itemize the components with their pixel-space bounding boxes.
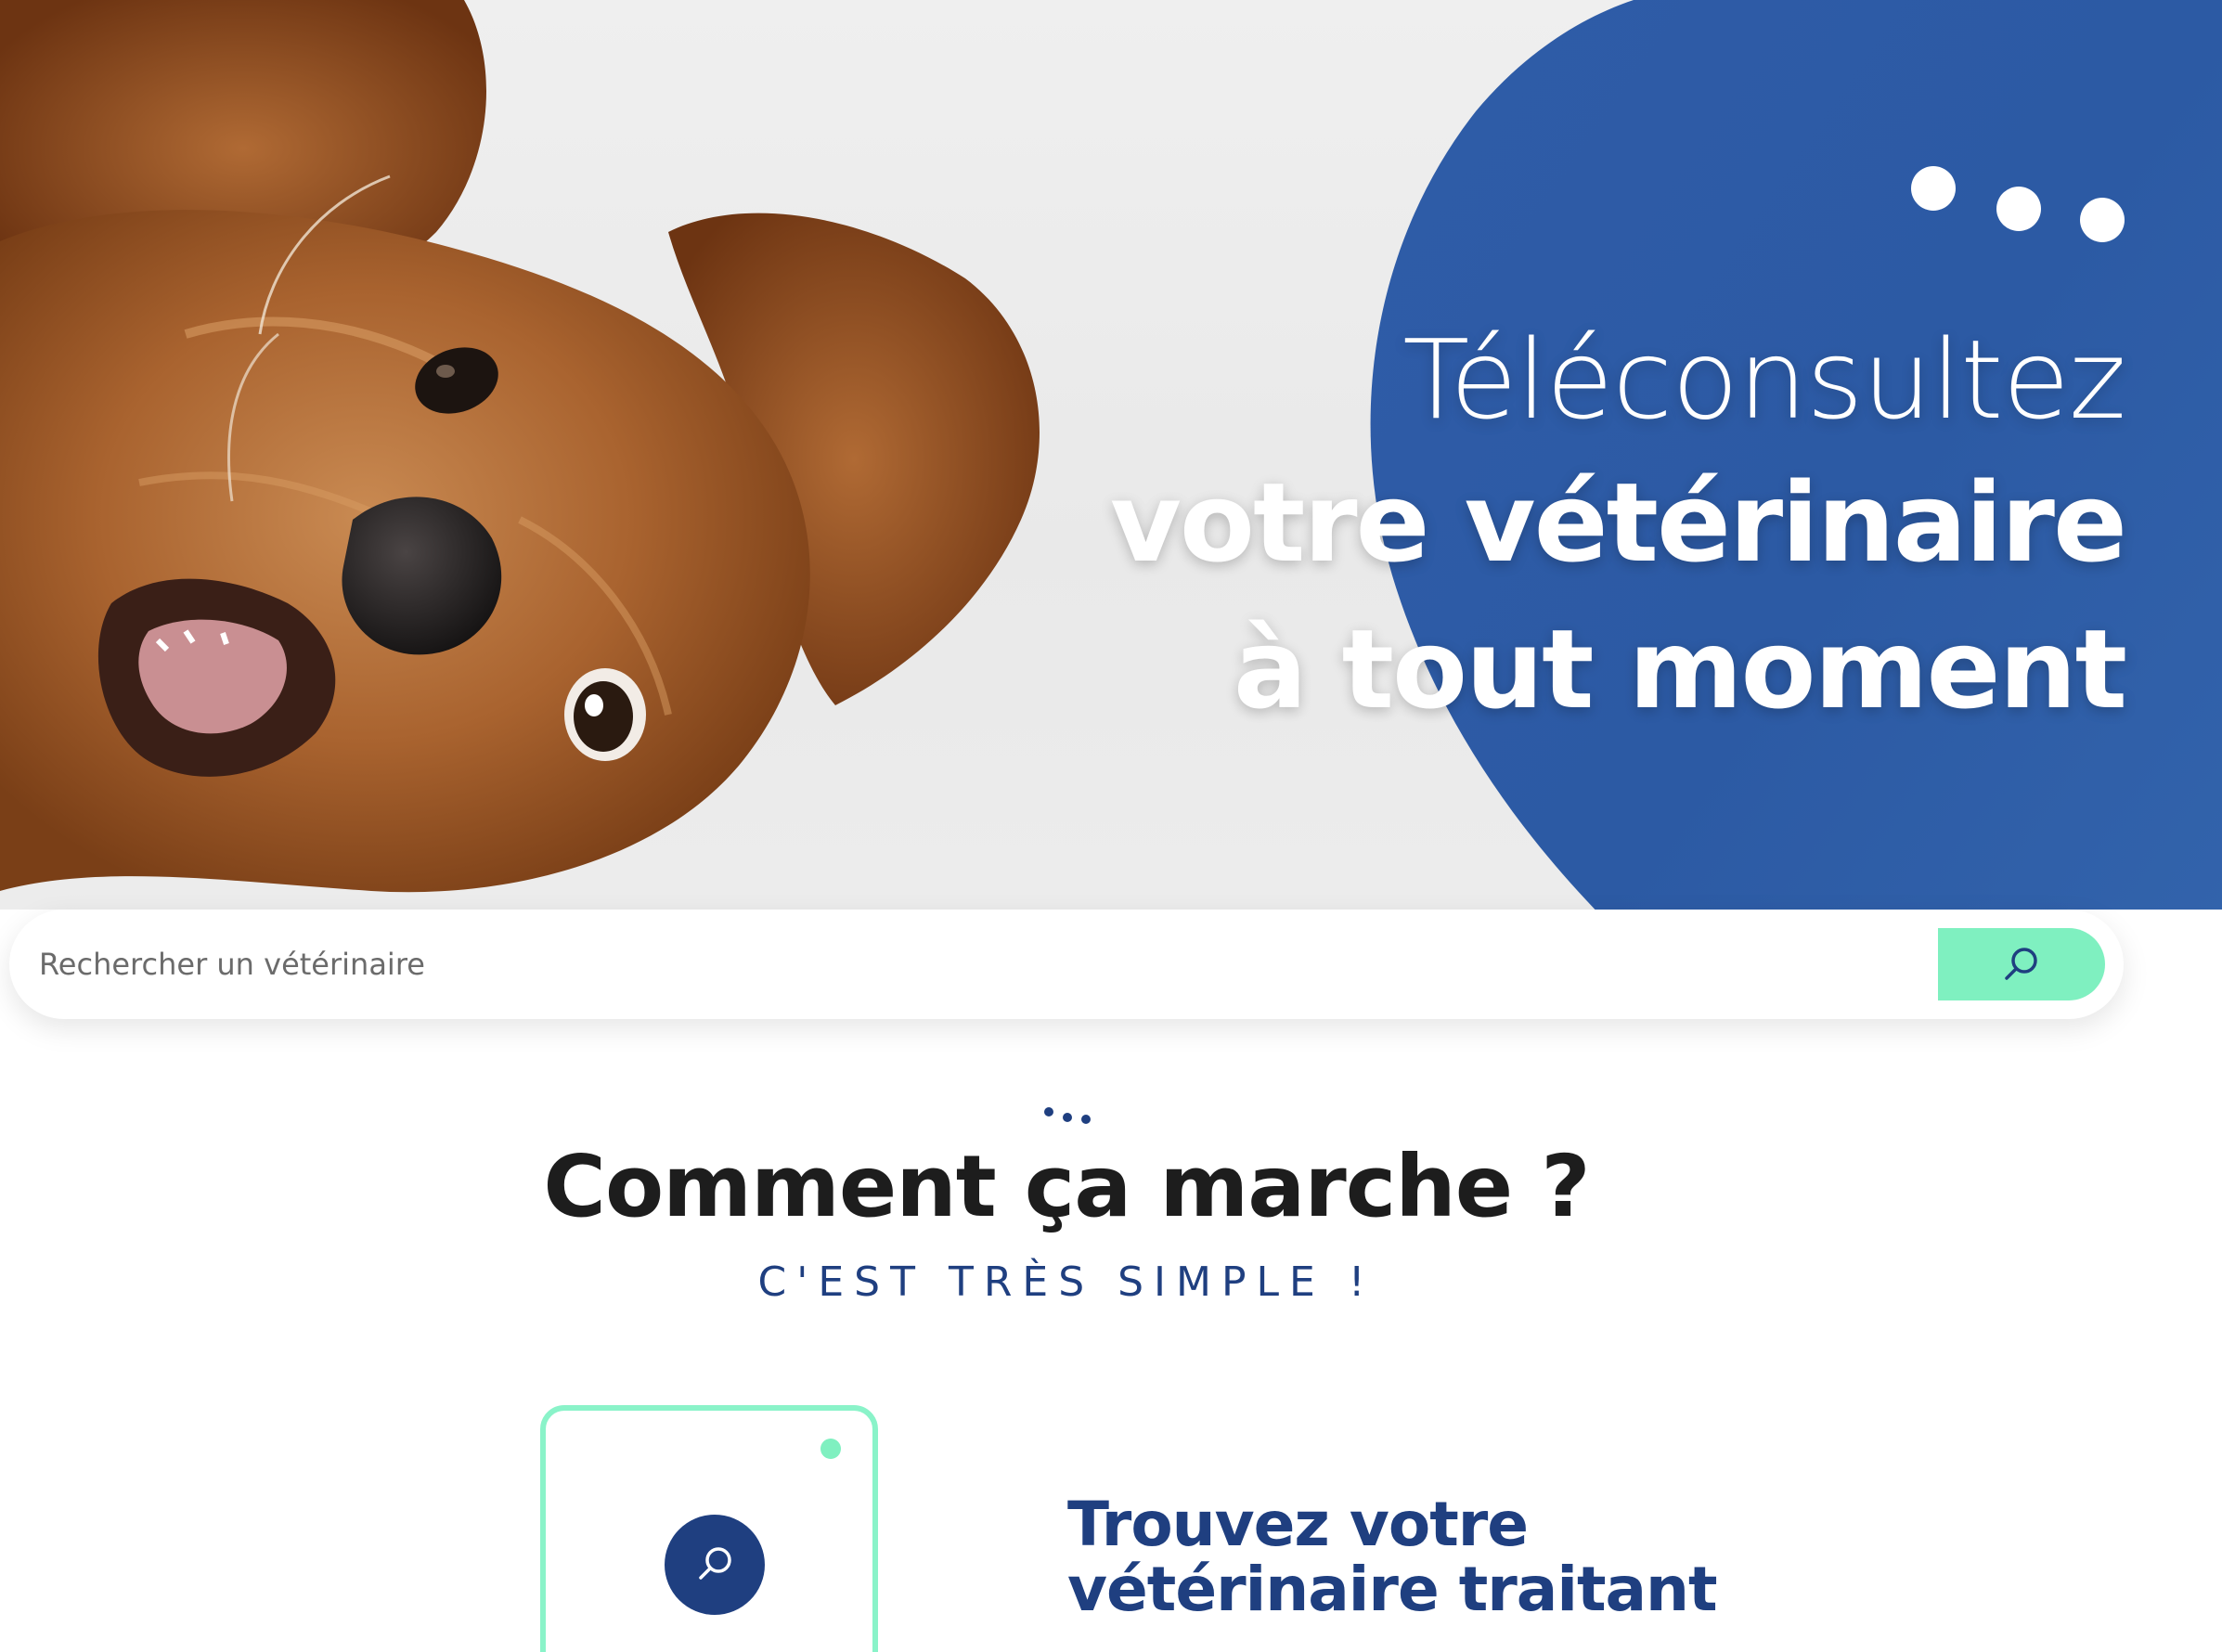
search-input[interactable] — [9, 909, 2124, 1020]
section-title: Comment ça marche ? — [543, 1137, 1590, 1236]
step-title-line-1: Trouvez votre — [1067, 1489, 1529, 1560]
page: Téléconsultez votre vétérinaire à tout m… — [0, 0, 2222, 1652]
step-title-line-2: vétérinaire traitant — [1067, 1554, 1718, 1625]
hero-title-line-1: Téléconsultez — [1402, 316, 2126, 444]
search-icon — [699, 1547, 731, 1580]
step-card — [540, 1405, 878, 1652]
hero-section: Téléconsultez votre vétérinaire à tout m… — [0, 0, 2222, 910]
hero-title: Téléconsultez votre vétérinaire à tout m… — [826, 316, 2127, 761]
search-bar — [9, 909, 2124, 1020]
section-subtitle: C'EST TRÈS SIMPLE ! — [757, 1258, 1376, 1306]
hero-title-line-2: votre vétérinaire — [1109, 458, 2127, 587]
step-title: Trouvez votre vétérinaire traitant — [1067, 1492, 1903, 1622]
section-dots-icon — [1044, 1107, 1091, 1124]
decorative-dots — [1911, 166, 2125, 242]
step-card-icon-circle — [665, 1515, 765, 1615]
step-card-indicator-dot — [820, 1439, 841, 1459]
search-button[interactable] — [1938, 928, 2105, 1000]
search-icon — [2005, 948, 2037, 980]
hero-title-line-3: à tout moment — [1233, 605, 2127, 733]
